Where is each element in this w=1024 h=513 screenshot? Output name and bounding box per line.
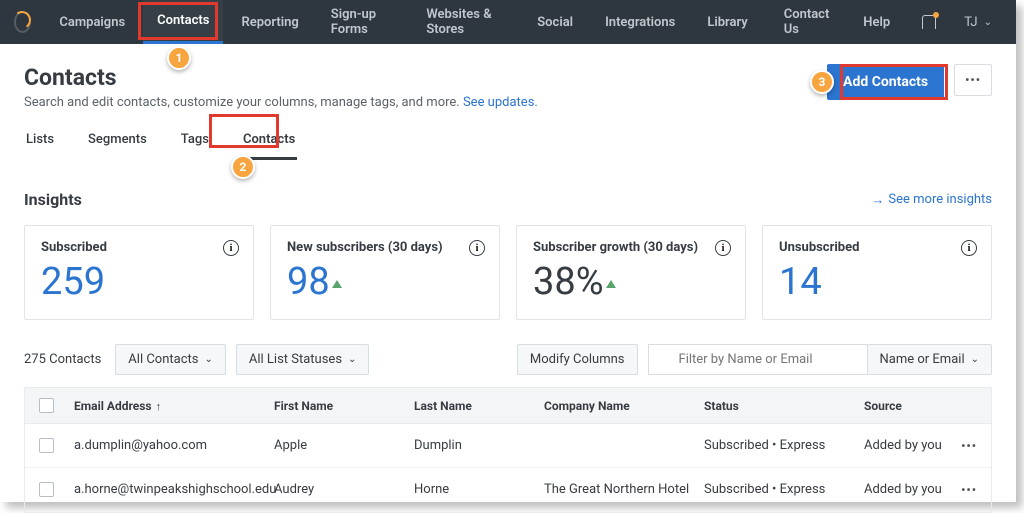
trend-up-icon [332, 280, 342, 288]
contacts-count: 275 Contacts [24, 352, 101, 367]
chevron-down-icon: ⌄ [204, 354, 212, 365]
brand-logo[interactable] [14, 11, 31, 33]
card-value: 98 [287, 263, 483, 301]
nav-contacts[interactable]: Contacts [143, 0, 223, 44]
cell-email: a.dumplin@yahoo.com [74, 438, 274, 453]
col-company[interactable]: Company Name [544, 399, 704, 413]
chevron-down-icon: ⌄ [971, 354, 979, 365]
filter-input[interactable] [648, 344, 868, 375]
table-row[interactable]: a.dumplin@yahoo.com Apple Dumplin Subscr… [25, 424, 991, 468]
page-description: Search and edit contacts, customize your… [24, 95, 827, 110]
notifications-icon[interactable] [908, 0, 950, 44]
contacts-table: Email Address↑ First Name Last Name Comp… [24, 387, 992, 513]
cell-source: Added by you [864, 482, 961, 497]
see-updates-link[interactable]: See updates. [463, 95, 538, 110]
card-label: New subscribers (30 days) [287, 240, 483, 255]
subtabs: Lists Segments Tags Contacts [24, 132, 992, 160]
see-more-insights-link[interactable]: → See more insights [871, 192, 992, 208]
row-actions-menu[interactable]: ••• [961, 483, 977, 497]
filter-by-dropdown[interactable]: Name or Email⌄ [868, 344, 992, 375]
row-actions-menu[interactable]: ••• [961, 439, 977, 453]
cell-first-name: Audrey [274, 482, 414, 497]
cell-last-name: Horne [414, 482, 544, 497]
card-value: 259 [41, 263, 237, 301]
cell-status: Subscribed • Express [704, 482, 864, 497]
arrow-right-icon: → [871, 192, 884, 208]
select-all-checkbox[interactable] [39, 398, 54, 413]
nav-signup-forms[interactable]: Sign-up Forms [317, 0, 409, 44]
nav-social[interactable]: Social [523, 0, 587, 44]
info-icon[interactable]: i [961, 240, 977, 256]
tab-segments[interactable]: Segments [86, 132, 149, 160]
nav-contact-us[interactable]: Contact Us [770, 0, 846, 44]
chevron-down-icon: ⌄ [984, 17, 992, 28]
nav-library[interactable]: Library [693, 0, 761, 44]
nav-reporting[interactable]: Reporting [227, 0, 312, 44]
trend-up-icon [606, 280, 616, 288]
card-label: Subscriber growth (30 days) [533, 240, 729, 255]
card-value: 14 [779, 263, 975, 301]
row-checkbox[interactable] [39, 438, 54, 453]
page-more-menu[interactable]: ••• [954, 64, 992, 96]
nav-campaigns[interactable]: Campaigns [45, 0, 139, 44]
page-title: Contacts [24, 64, 827, 91]
all-contacts-dropdown[interactable]: All Contacts⌄ [115, 344, 226, 375]
col-first-name[interactable]: First Name [274, 399, 414, 413]
col-email[interactable]: Email Address↑ [74, 399, 274, 413]
list-statuses-dropdown[interactable]: All List Statuses⌄ [236, 344, 370, 375]
info-icon[interactable]: i [223, 240, 239, 256]
sort-asc-icon: ↑ [156, 400, 162, 413]
cell-email: a.horne@twinpeakshighschool.edu [74, 482, 274, 497]
col-status[interactable]: Status [704, 399, 864, 413]
card-unsubscribed: Unsubscribed i 14 [762, 225, 992, 320]
cell-last-name: Dumplin [414, 438, 544, 453]
table-header-row: Email Address↑ First Name Last Name Comp… [25, 388, 991, 424]
nav-websites-stores[interactable]: Websites & Stores [412, 0, 519, 44]
top-nav: Campaigns Contacts Reporting Sign-up For… [0, 0, 1016, 44]
col-source[interactable]: Source [864, 399, 977, 413]
card-subscribed: Subscribed i 259 [24, 225, 254, 320]
table-row[interactable]: a.horne@twinpeakshighschool.edu Audrey H… [25, 468, 991, 512]
nav-help[interactable]: Help [849, 0, 904, 44]
col-last-name[interactable]: Last Name [414, 399, 544, 413]
nav-integrations[interactable]: Integrations [591, 0, 689, 44]
modify-columns-button[interactable]: Modify Columns [517, 344, 638, 375]
user-menu[interactable]: TJ ⌄ [954, 15, 1002, 30]
card-new-subscribers: New subscribers (30 days) i 98 [270, 225, 500, 320]
chevron-down-icon: ⌄ [348, 354, 356, 365]
row-checkbox[interactable] [39, 482, 54, 497]
cell-status: Subscribed • Express [704, 438, 864, 453]
info-icon[interactable]: i [715, 240, 731, 256]
add-contacts-button[interactable]: Add Contacts [827, 64, 944, 100]
annotation-badge-2: 2 [231, 155, 255, 179]
card-value: 38% [533, 263, 729, 301]
annotation-badge-1: 1 [167, 46, 191, 70]
card-subscriber-growth: Subscriber growth (30 days) i 38% [516, 225, 746, 320]
card-label: Unsubscribed [779, 240, 975, 255]
tab-lists[interactable]: Lists [24, 132, 56, 160]
tab-tags[interactable]: Tags [179, 132, 211, 160]
tab-contacts[interactable]: Contacts [241, 132, 297, 160]
user-initials: TJ [964, 15, 977, 30]
info-icon[interactable]: i [469, 240, 485, 256]
card-label: Subscribed [41, 240, 237, 255]
annotation-badge-3: 3 [810, 70, 834, 94]
cell-company: The Great Northern Hotel [544, 482, 704, 497]
cell-source: Added by you [864, 438, 961, 453]
insights-heading: Insights [24, 190, 871, 209]
cell-first-name: Apple [274, 438, 414, 453]
